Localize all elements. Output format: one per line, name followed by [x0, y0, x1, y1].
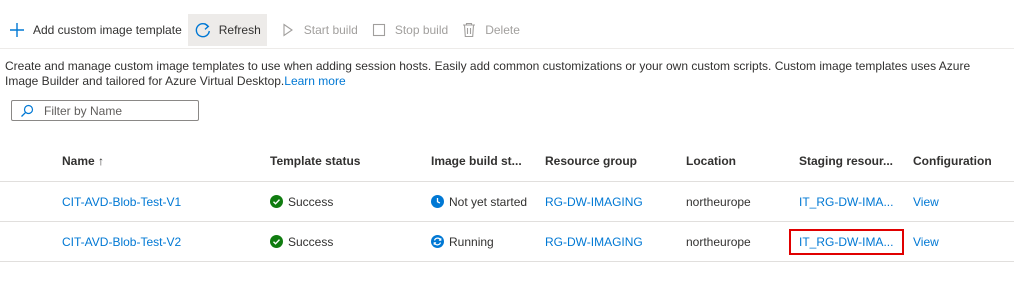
learn-more-link[interactable]: Learn more — [284, 74, 345, 88]
image-build-status-text: Not yet started — [449, 194, 528, 209]
template-status-text: Success — [288, 234, 334, 249]
image-build-status-cell: Running — [431, 222, 494, 261]
clock-icon — [431, 195, 444, 208]
template-name-link[interactable]: CIT-AVD-Blob-Test-V1 — [62, 182, 181, 221]
table-header-row: Name ↑ Template status Image build st...… — [0, 140, 1014, 182]
command-bar-divider — [0, 48, 1014, 49]
filter-box[interactable] — [11, 100, 199, 121]
resource-group-link[interactable]: RG-DW-IMAGING — [545, 182, 643, 221]
column-header-configuration[interactable]: Configuration — [913, 140, 992, 181]
add-template-label: Add custom image template — [33, 23, 182, 37]
start-build-label: Start build — [303, 23, 358, 37]
column-header-template-status[interactable]: Template status — [270, 140, 360, 181]
delete-button[interactable]: Delete — [454, 14, 526, 46]
view-configuration-link[interactable]: View — [913, 222, 939, 261]
template-status-cell: Success — [270, 182, 333, 221]
column-header-image-build-status[interactable]: Image build st... — [431, 140, 522, 181]
success-check-icon — [270, 195, 283, 208]
stop-build-label: Stop build — [394, 23, 449, 37]
location-text: northeurope — [686, 234, 751, 249]
highlight-annotation-box — [789, 229, 904, 255]
resource-group-link[interactable]: RG-DW-IMAGING — [545, 222, 643, 261]
refresh-button[interactable]: Refresh — [187, 14, 267, 46]
template-name-link[interactable]: CIT-AVD-Blob-Test-V2 — [62, 222, 181, 261]
stop-build-button[interactable]: Stop build — [364, 14, 454, 46]
page-description: Create and manage custom image templates… — [5, 59, 1005, 89]
add-template-button[interactable]: Add custom image template — [0, 14, 188, 46]
table-row[interactable]: CIT-AVD-Blob-Test-V1 Success Not yet sta… — [0, 182, 1014, 222]
filter-input[interactable] — [44, 103, 194, 118]
template-status-cell: Success — [270, 222, 333, 261]
delete-label: Delete — [485, 23, 520, 37]
refresh-label: Refresh — [218, 23, 261, 37]
column-header-location[interactable]: Location — [686, 140, 736, 181]
location-text: northeurope — [686, 194, 751, 209]
command-bar: Add custom image template Refresh Start … — [0, 14, 1014, 46]
sync-running-icon — [431, 235, 444, 248]
template-status-text: Success — [288, 194, 334, 209]
stop-icon — [370, 21, 388, 39]
start-build-button[interactable]: Start build — [273, 14, 364, 46]
play-icon — [279, 21, 297, 39]
search-icon — [20, 104, 34, 118]
image-build-status-text: Running — [449, 234, 494, 249]
success-check-icon — [270, 235, 283, 248]
staging-resource-link[interactable]: IT_RG-DW-IMA... — [799, 182, 893, 221]
trash-icon — [460, 21, 478, 39]
column-header-staging-resource[interactable]: Staging resour... — [799, 140, 893, 181]
description-text: Create and manage custom image templates… — [5, 59, 971, 88]
column-header-name[interactable]: Name ↑ — [62, 140, 104, 181]
plus-icon — [8, 21, 26, 39]
view-configuration-link[interactable]: View — [913, 182, 939, 221]
column-header-resource-group[interactable]: Resource group — [545, 140, 637, 181]
refresh-icon — [194, 21, 212, 39]
image-build-status-cell: Not yet started — [431, 182, 527, 221]
